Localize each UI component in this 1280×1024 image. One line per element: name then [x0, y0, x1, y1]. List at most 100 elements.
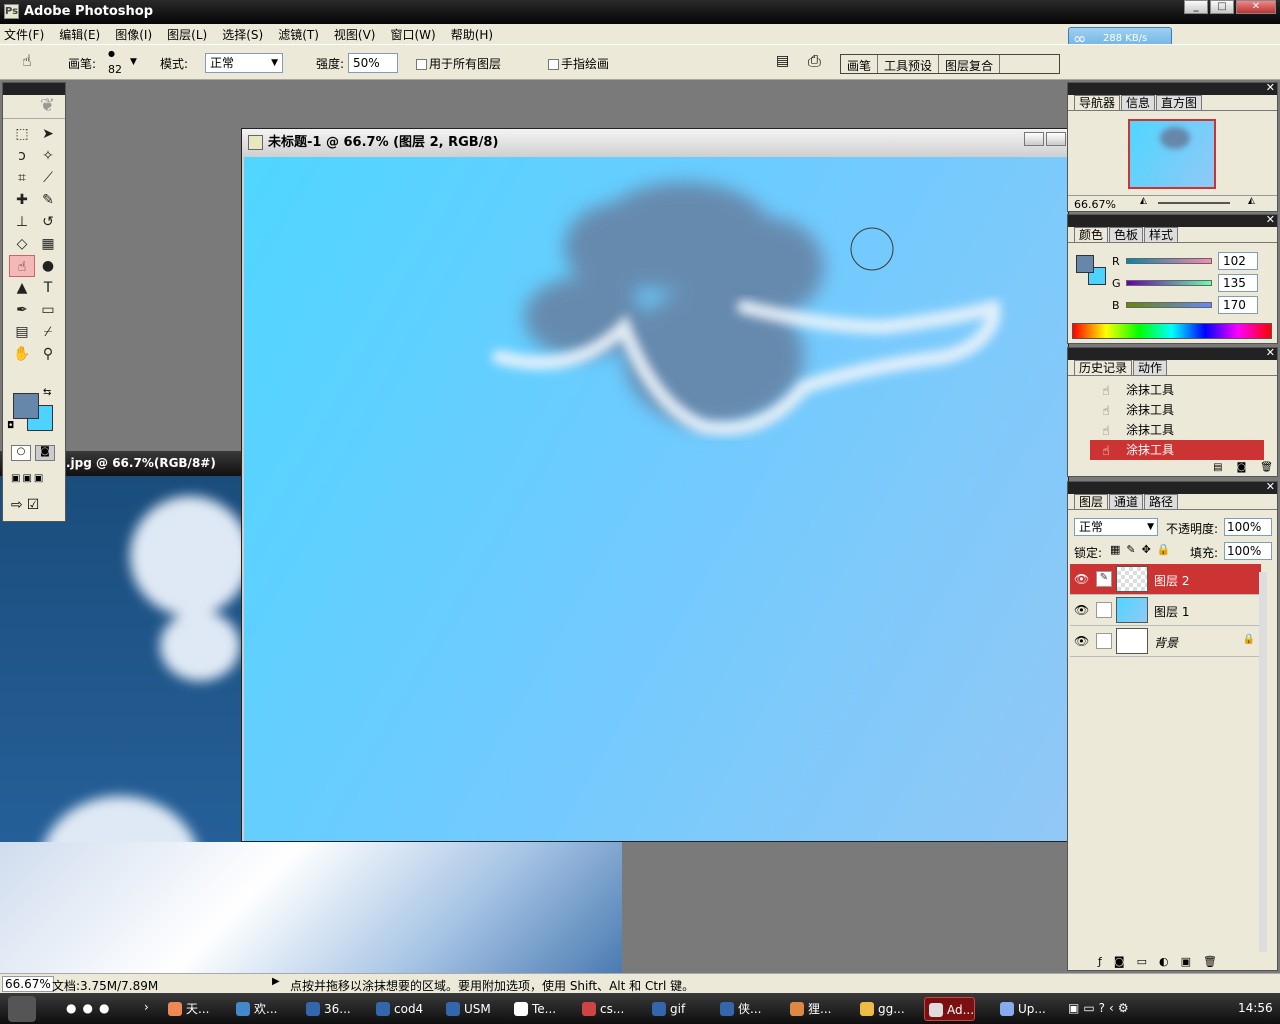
toolbox-titlebar[interactable]: [3, 83, 65, 95]
document-window-main[interactable]: 未标题-1 @ 66.7% (图层 2, RGB/8): [241, 128, 1069, 842]
marquee-tool-icon[interactable]: ⬚: [9, 123, 35, 145]
palette-toggle-icon[interactable]: ▤: [776, 53, 789, 69]
new-group-icon[interactable]: ▭: [1137, 955, 1147, 968]
tab-actions[interactable]: 动作: [1133, 360, 1168, 375]
quick-launch-icons[interactable]: ●●●: [66, 1001, 115, 1015]
quick-mask-icon[interactable]: ◙: [35, 445, 55, 461]
navigator-thumbnail[interactable]: [1128, 119, 1216, 189]
restore-button[interactable]: □: [1210, 0, 1234, 14]
green-slider[interactable]: [1126, 280, 1212, 286]
doc-minimize-button[interactable]: [1024, 132, 1044, 146]
status-arrow-icon[interactable]: ▶: [272, 976, 280, 987]
zoom-out-icon[interactable]: ◭: [1140, 196, 1147, 206]
menu-image[interactable]: 图像(I): [115, 26, 152, 43]
zoom-slider[interactable]: [1158, 202, 1230, 204]
tab-history[interactable]: 历史记录: [1074, 360, 1133, 375]
notes-tool-icon[interactable]: ▤: [9, 321, 35, 343]
hand-tool-icon[interactable]: ✋: [9, 343, 35, 365]
doc-maximize-button[interactable]: [1046, 132, 1066, 146]
blue-value[interactable]: 170: [1218, 296, 1258, 314]
standard-mode-icon[interactable]: ○: [11, 445, 31, 461]
task-button[interactable]: 天...: [164, 997, 209, 1021]
zoom-in-icon[interactable]: ◭: [1248, 196, 1255, 206]
start-button[interactable]: [8, 996, 36, 1022]
add-mask-icon[interactable]: ◙: [1114, 955, 1125, 968]
brush-tool-icon[interactable]: ✎: [35, 189, 61, 211]
screen-mode-full-icon[interactable]: ▣: [34, 473, 43, 484]
eye-icon[interactable]: 👁: [1074, 603, 1089, 617]
pen-tool-icon[interactable]: ✒: [9, 299, 35, 321]
lasso-tool-icon[interactable]: ↄ: [9, 145, 35, 167]
task-button[interactable]: cs...: [578, 997, 624, 1021]
status-doc-size[interactable]: 文档:3.75M/7.89M: [52, 977, 158, 994]
brush-dropdown-icon[interactable]: ▼: [130, 57, 137, 67]
history-item[interactable]: ☝ 涂抹工具: [1090, 420, 1264, 440]
history-item[interactable]: ☝ 涂抹工具: [1090, 380, 1264, 400]
brush-size[interactable]: 82: [108, 63, 122, 76]
menu-select[interactable]: 选择(S): [222, 26, 263, 43]
task-button[interactable]: cod4: [372, 997, 423, 1021]
strength-input[interactable]: 50%: [348, 53, 398, 73]
eye-icon[interactable]: 👁: [1074, 634, 1089, 648]
file-browser-icon[interactable]: ⎙: [808, 51, 821, 71]
dock-tab-tool-presets[interactable]: 工具预设: [878, 55, 940, 73]
history-item[interactable]: ☝ 涂抹工具: [1090, 400, 1264, 420]
blend-mode-select[interactable]: 正常 ▼: [1074, 518, 1158, 536]
green-value[interactable]: 135: [1218, 274, 1258, 292]
layer-row-1[interactable]: 👁 图层 1: [1070, 595, 1261, 626]
system-tray-icons[interactable]: ▣▭?‹⚙: [1068, 1001, 1133, 1015]
eraser-tool-icon[interactable]: ◇: [9, 233, 35, 255]
delete-layer-icon[interactable]: 🗑: [1203, 955, 1217, 968]
tab-navigator[interactable]: 导航器: [1074, 95, 1121, 110]
task-button[interactable]: Up...: [996, 997, 1046, 1021]
color-ramp[interactable]: [1072, 323, 1272, 339]
gradient-tool-icon[interactable]: ▦: [35, 233, 61, 255]
tab-color[interactable]: 颜色: [1074, 227, 1109, 242]
move-tool-icon[interactable]: ➤: [35, 123, 61, 145]
navigator-zoom[interactable]: 66.67%: [1074, 198, 1116, 211]
crop-tool-icon[interactable]: ⌗: [9, 167, 35, 189]
dock-tab-layer-comps[interactable]: 图层复合: [939, 55, 1001, 73]
menu-layer[interactable]: 图层(L): [167, 26, 207, 43]
screen-mode-standard-icon[interactable]: ▣: [11, 473, 20, 484]
shape-tool-icon[interactable]: ▭: [35, 299, 61, 321]
close-icon[interactable]: ✕: [1266, 480, 1275, 493]
task-button[interactable]: Te...: [510, 997, 556, 1021]
quick-launch-more-icon[interactable]: ›: [144, 1000, 149, 1014]
foreground-color-swatch[interactable]: [13, 393, 39, 419]
menu-edit[interactable]: 编辑(E): [59, 26, 100, 43]
red-value[interactable]: 102: [1218, 252, 1258, 270]
eyedropper-tool-icon[interactable]: ⌿: [35, 321, 61, 343]
clone-stamp-tool-icon[interactable]: ⊥: [9, 211, 35, 233]
tab-paths[interactable]: 路径: [1144, 494, 1179, 509]
all-layers-checkbox[interactable]: 用于所有图层: [416, 55, 501, 72]
menu-filter[interactable]: 滤镜(T): [278, 26, 319, 43]
document-title-main[interactable]: 未标题-1 @ 66.7% (图层 2, RGB/8): [242, 129, 1068, 157]
task-button[interactable]: USM: [442, 997, 491, 1021]
new-layer-icon[interactable]: ▣: [1181, 955, 1191, 968]
jump-to-imageready-icon[interactable]: ⇨: [11, 497, 23, 513]
history-item-selected[interactable]: ☝ 涂抹工具: [1090, 440, 1264, 460]
zoom-tool-icon[interactable]: ⚲: [35, 343, 61, 365]
dodge-tool-icon[interactable]: ●: [35, 255, 61, 277]
magic-wand-tool-icon[interactable]: ✧: [35, 145, 61, 167]
red-slider[interactable]: [1126, 258, 1212, 264]
minimize-button[interactable]: _: [1184, 0, 1208, 14]
task-button[interactable]: 36...: [302, 997, 351, 1021]
tab-histogram[interactable]: 直方图: [1156, 95, 1203, 110]
adjustment-layer-icon[interactable]: ◐: [1159, 955, 1169, 968]
swap-colors-icon[interactable]: ⇆: [43, 387, 51, 398]
tab-info[interactable]: 信息: [1121, 95, 1156, 110]
brush-preview-icon[interactable]: ●: [108, 49, 115, 58]
jump-to-imageready-icon[interactable]: ☑: [27, 497, 40, 513]
new-document-from-state-icon[interactable]: ▤: [1213, 462, 1222, 473]
tab-channels[interactable]: 通道: [1109, 494, 1144, 509]
layer-row-background[interactable]: 👁 背景 🔒: [1070, 626, 1261, 657]
menu-file[interactable]: 文件(F): [4, 26, 44, 43]
status-zoom[interactable]: 66.67%: [2, 976, 54, 992]
task-button-active[interactable]: Ad...: [924, 997, 976, 1021]
blue-slider[interactable]: [1126, 302, 1212, 308]
canvas[interactable]: [244, 157, 1068, 841]
smudge-tool-icon[interactable]: ☝: [22, 51, 32, 70]
task-button[interactable]: 侠...: [716, 997, 761, 1021]
